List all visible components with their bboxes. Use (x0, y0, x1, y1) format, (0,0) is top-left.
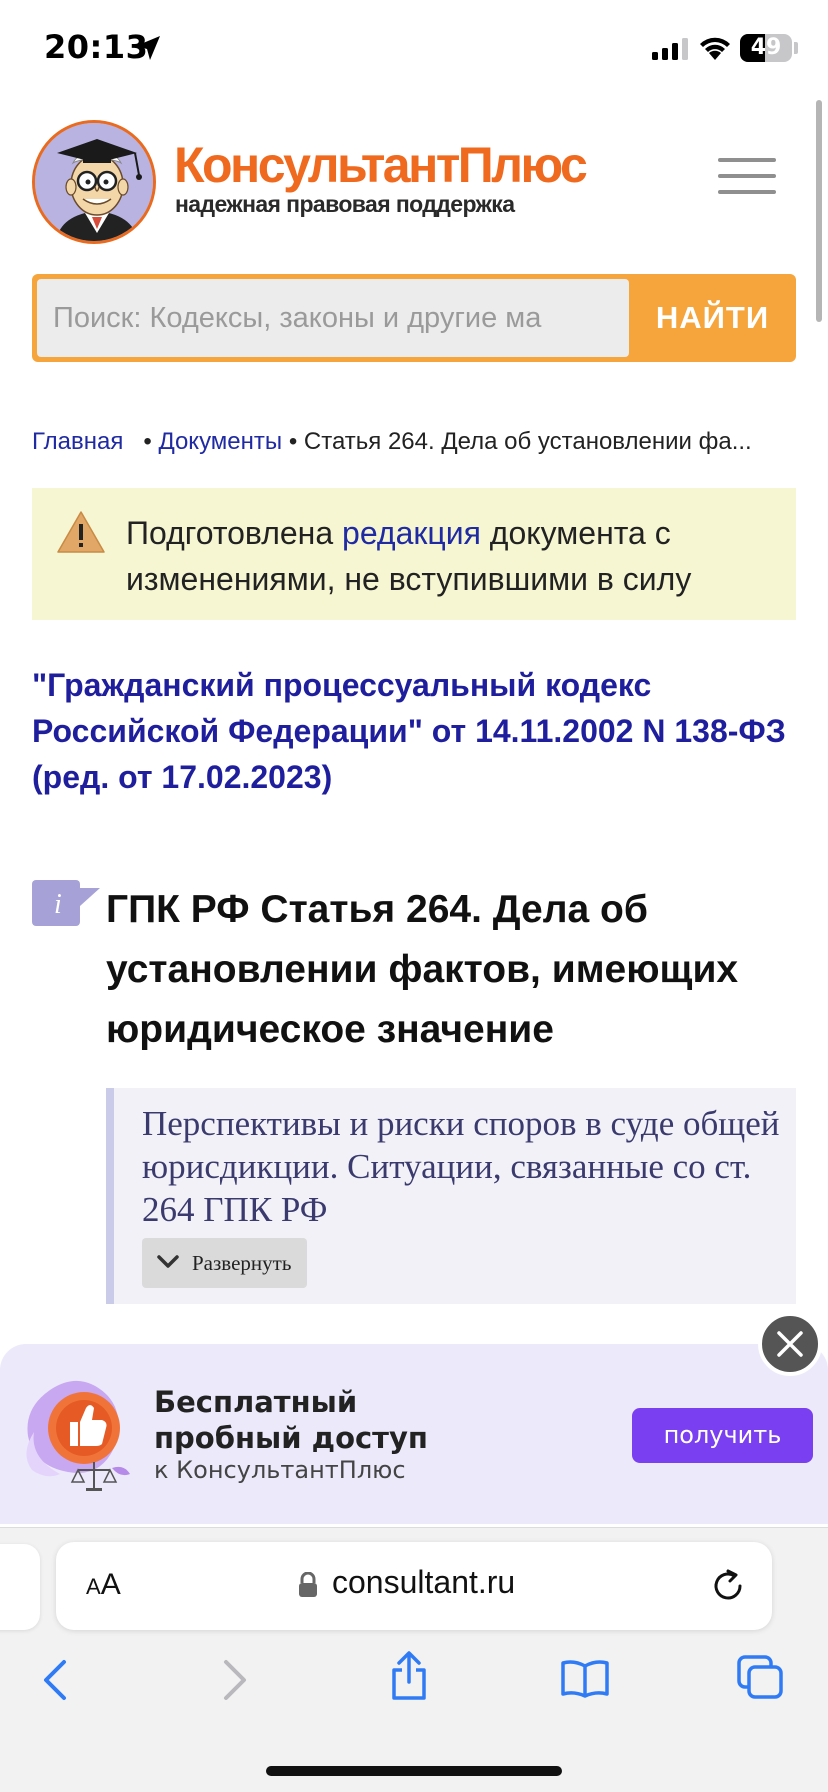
expand-button[interactable]: Развернуть (142, 1238, 308, 1288)
forward-icon[interactable] (220, 1658, 250, 1702)
battery-tip (794, 42, 798, 54)
reader-aa-button[interactable]: AA (86, 1568, 121, 1602)
close-icon (777, 1331, 803, 1357)
tabs-icon[interactable] (736, 1654, 784, 1700)
battery-level: 49 (750, 35, 782, 60)
page-scrollbar[interactable] (816, 100, 822, 322)
document-title-link[interactable]: "Гражданский процессуальный кодекс Росси… (32, 662, 796, 800)
wifi-icon (700, 37, 730, 60)
bookmarks-icon[interactable] (560, 1658, 610, 1698)
browser-toolbar: AA consultant.ru (0, 1527, 828, 1792)
reload-icon[interactable] (710, 1568, 746, 1604)
breadcrumb-separator: • (130, 428, 159, 455)
notice-text-start: Подготовлена (126, 515, 343, 551)
brand-name[interactable]: КонсультантПлюс (174, 140, 588, 190)
perspective-link[interactable]: Перспективы и риски споров в суде общей … (142, 1102, 782, 1231)
warning-icon (57, 511, 105, 553)
info-icon[interactable]: i (32, 880, 102, 928)
chevron-down-icon (157, 1255, 179, 1268)
breadcrumb-documents-link[interactable]: Документы (158, 428, 282, 455)
breadcrumb: Главная • Документы • Статья 264. Дела о… (32, 427, 796, 457)
expand-label: Развернуть (192, 1251, 292, 1275)
thumbs-up-icon (26, 1380, 130, 1491)
edition-link[interactable]: редакция (342, 515, 481, 551)
back-icon[interactable] (40, 1658, 70, 1702)
status-bar: 20:13 49 (0, 0, 828, 100)
status-time: 20:13 (44, 28, 149, 66)
aa-large: A (100, 1568, 121, 1601)
edition-notice: Подготовлена редакция документа с измене… (32, 488, 796, 620)
search-bar: Поиск: Кодексы, законы и другие ма НАЙТИ (32, 274, 796, 362)
breadcrumb-home-link[interactable]: Главная (32, 428, 123, 455)
share-icon[interactable] (388, 1650, 430, 1702)
breadcrumb-separator: • (288, 428, 304, 455)
signal-icon (652, 38, 688, 60)
previous-tab-preview[interactable] (0, 1544, 40, 1630)
location-arrow-icon (136, 36, 160, 60)
search-input[interactable]: Поиск: Кодексы, законы и другие ма (37, 279, 629, 357)
brand-tagline: надежная правовая поддержка (175, 191, 515, 217)
professor-logo-icon (35, 123, 153, 241)
notice-text: Подготовлена редакция документа с измене… (126, 510, 776, 602)
article-title: ГПК РФ Статья 264. Дела об установлении … (106, 888, 739, 1051)
perspective-box: Перспективы и риски споров в суде общей … (106, 1088, 796, 1304)
breadcrumb-current: Статья 264. Дела об установлении фа... (303, 428, 752, 455)
promo-close-button[interactable] (758, 1312, 822, 1376)
lock-icon (299, 1572, 317, 1597)
promo-title: Бесплатный пробный доступ (154, 1385, 428, 1455)
battery-icon: 49 (740, 34, 792, 62)
home-indicator[interactable] (266, 1766, 562, 1776)
logo-avatar[interactable] (32, 120, 156, 244)
address-bar[interactable]: AA consultant.ru (56, 1542, 772, 1630)
aa-small: A (86, 1574, 101, 1599)
menu-icon[interactable] (718, 158, 776, 194)
promo-get-button[interactable]: получить (632, 1408, 813, 1463)
url-text[interactable]: consultant.ru (332, 1564, 515, 1601)
search-button[interactable]: НАЙТИ (629, 274, 796, 362)
info-icon-letter: i (54, 889, 62, 920)
promo-banner: Бесплатный пробный доступ к КонсультантП… (0, 1344, 828, 1524)
promo-subtitle: к КонсультантПлюс (154, 1456, 406, 1484)
